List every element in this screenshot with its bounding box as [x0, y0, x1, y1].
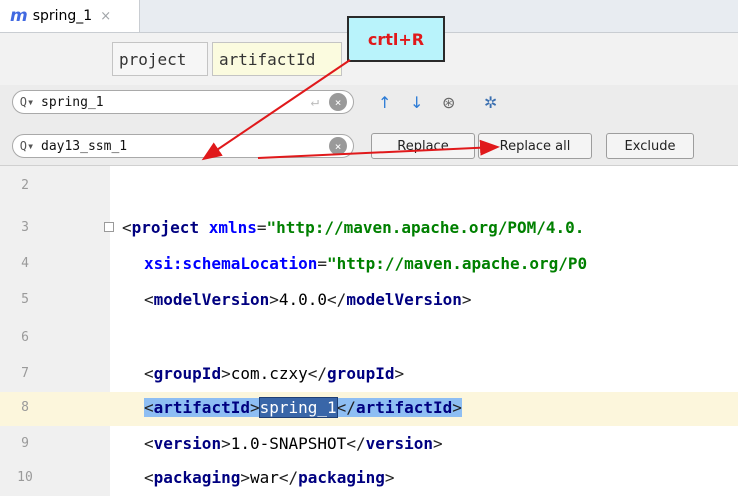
settings-icon[interactable]: ✲	[484, 93, 497, 112]
replace-value: day13_ssm_1	[41, 138, 128, 154]
line-number: 7	[21, 366, 29, 381]
code-line: 2	[0, 170, 738, 204]
select-all-occurrences-icon[interactable]: ⊛	[442, 93, 455, 112]
breadcrumb-artifactid[interactable]: artifactId	[212, 42, 342, 76]
close-tab-icon[interactable]: ×	[100, 9, 111, 24]
search-input[interactable]: Q▾ spring_1 ↵ ×	[12, 90, 354, 114]
editor-tab[interactable]: m spring_1 ×	[0, 0, 140, 32]
line-number: 8	[21, 400, 29, 415]
previous-occurrence-icon[interactable]: ↑	[378, 93, 391, 112]
line-number: 4	[21, 256, 29, 271]
tab-title: spring_1	[32, 8, 93, 24]
code-text: <version>1.0-SNAPSHOT</version>	[144, 434, 443, 453]
clear-replace-icon[interactable]: ×	[329, 137, 347, 155]
code-text: <packaging>war</packaging>	[144, 468, 395, 487]
line-number: 3	[21, 220, 29, 235]
code-line: 4 xsi:schemaLocation="http://maven.apach…	[0, 248, 738, 282]
line-number: 6	[21, 330, 29, 345]
line-number: 10	[17, 470, 33, 485]
replace-button[interactable]: Replace	[371, 133, 475, 159]
exclude-button[interactable]: Exclude	[606, 133, 694, 159]
replace-all-button[interactable]: Replace all	[478, 133, 592, 159]
enter-icon: ↵	[310, 94, 319, 110]
code-text: xsi:schemaLocation="http://maven.apache.…	[144, 254, 588, 273]
maven-file-icon: m	[10, 6, 28, 26]
code-line: 7 <groupId>com.czxy</groupId>	[0, 358, 738, 392]
breadcrumb-project[interactable]: project	[112, 42, 208, 76]
code-line: 5 <modelVersion>4.0.0</modelVersion>	[0, 284, 738, 318]
search-match[interactable]: spring_1	[258, 397, 338, 418]
fold-marker-icon[interactable]	[104, 222, 114, 232]
line-number: 5	[21, 292, 29, 307]
code-line: 10 <packaging>war</packaging>	[0, 462, 738, 496]
code-line: 6	[0, 322, 738, 356]
line-number: 2	[21, 178, 29, 193]
code-text: <project xmlns="http://maven.apache.org/…	[122, 218, 585, 237]
code-line-current: 8 <artifactId>spring_1</artifactId>	[0, 392, 738, 426]
search-icon[interactable]: Q▾	[13, 139, 41, 153]
code-text: <artifactId>spring_1</artifactId>	[144, 397, 462, 418]
search-icon[interactable]: Q▾	[13, 95, 41, 109]
shortcut-callout: crtl+R	[347, 16, 445, 62]
clear-search-icon[interactable]: ×	[329, 93, 347, 111]
next-occurrence-icon[interactable]: ↓	[410, 93, 423, 112]
code-line: 9 <version>1.0-SNAPSHOT</version>	[0, 428, 738, 462]
line-number: 9	[21, 436, 29, 451]
search-value: spring_1	[41, 94, 104, 110]
code-text: <modelVersion>4.0.0</modelVersion>	[144, 290, 472, 309]
code-text: <groupId>com.czxy</groupId>	[144, 364, 405, 383]
replace-input[interactable]: Q▾ day13_ssm_1 ×	[12, 134, 354, 158]
